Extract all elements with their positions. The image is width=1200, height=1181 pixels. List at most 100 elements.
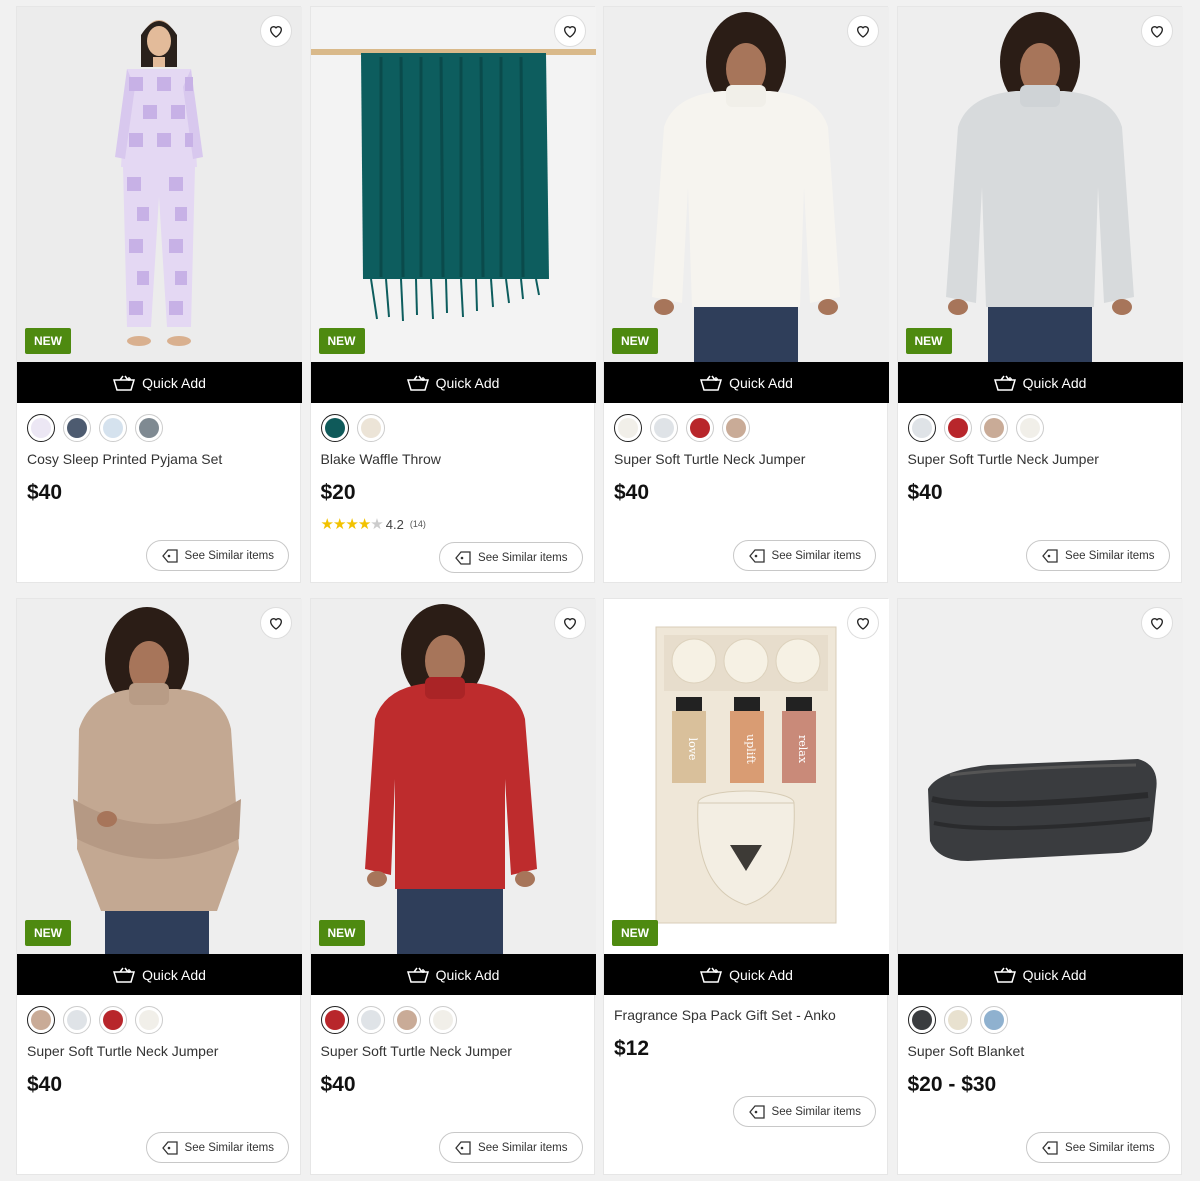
color-swatch[interactable] [943,414,972,442]
quick-add-label: Quick Add [729,966,793,983]
color-swatch[interactable] [428,1006,457,1034]
wishlist-heart-icon[interactable] [553,607,586,639]
product-image[interactable] [310,599,596,954]
see-similar-button[interactable]: See Similar items [1026,540,1170,571]
product-name[interactable]: Super Soft Turtle Neck Jumper [321,1043,512,1059]
color-swatch[interactable] [27,1006,55,1034]
product-name[interactable]: Super Soft Turtle Neck Jumper [27,1043,218,1059]
color-swatch[interactable] [27,414,55,442]
product-card[interactable]: NEW Quick Add Super Soft Turtle Neck Jum… [603,6,889,583]
color-swatch[interactable] [614,414,642,442]
color-swatch[interactable] [979,414,1008,442]
quick-add-label: Quick Add [142,966,206,983]
product-image[interactable] [604,7,889,362]
product-image[interactable] [17,7,302,362]
wishlist-heart-icon[interactable] [260,607,292,639]
color-swatches [614,414,750,442]
quick-add-label: Quick Add [435,374,500,391]
wishlist-heart-icon[interactable] [847,15,879,47]
color-swatch[interactable] [907,414,936,442]
see-similar-button[interactable]: See Similar items [145,1132,289,1163]
basket-icon [700,375,723,391]
color-swatch[interactable] [320,1006,349,1034]
product-card[interactable]: NEW Quick Add Super Soft Turtle Neck Jum… [309,598,596,1175]
see-similar-button[interactable]: See Similar items [732,540,876,571]
product-card[interactable]: NEW Quick Add Super Soft Turtle Neck Jum… [896,6,1183,583]
wishlist-heart-icon[interactable] [1140,15,1173,47]
color-swatch[interactable] [356,414,385,442]
color-swatch[interactable] [63,414,91,442]
color-swatch[interactable] [392,1006,421,1034]
see-similar-label: See Similar items [478,1141,568,1154]
quick-add-button[interactable]: Quick Add [310,362,596,403]
quick-add-button[interactable]: Quick Add [604,362,889,403]
basket-icon [993,375,1016,391]
product-name[interactable]: Fragrance Spa Pack Gift Set - Anko [614,1007,836,1023]
color-swatch[interactable] [135,1006,163,1034]
color-swatch[interactable] [1015,414,1044,442]
quick-add-button[interactable]: Quick Add [897,954,1183,995]
color-swatch[interactable] [99,1006,127,1034]
color-swatch[interactable] [356,1006,385,1034]
color-swatch[interactable] [320,414,349,442]
swatch-color [31,1010,51,1030]
product-price: $40 [907,481,943,504]
color-swatch[interactable] [907,1006,936,1034]
product-image[interactable] [17,599,302,954]
color-swatch[interactable] [63,1006,91,1034]
quick-add-button[interactable]: Quick Add [310,954,596,995]
wishlist-heart-icon[interactable] [1140,607,1173,639]
new-badge: NEW [25,328,71,354]
swatch-color [618,418,638,438]
quick-add-button[interactable]: Quick Add [604,954,889,995]
quick-add-button[interactable]: Quick Add [897,362,1183,403]
product-image[interactable] [897,7,1183,362]
product-rating[interactable]: ★★★★★ 4.2 (14) [321,515,426,533]
see-similar-label: See Similar items [1065,1141,1155,1154]
see-similar-button[interactable]: See Similar items [439,1132,583,1163]
color-swatch[interactable] [135,414,163,442]
basket-icon [406,375,429,391]
color-swatch[interactable] [99,414,127,442]
product-card[interactable]: NEW Quick Add Cosy Sleep Printed Pyjama … [16,6,302,583]
product-name[interactable]: Super Soft Turtle Neck Jumper [614,451,805,467]
see-similar-label: See Similar items [184,1141,274,1154]
wishlist-heart-icon[interactable] [847,607,879,639]
product-name[interactable]: Super Soft Turtle Neck Jumper [908,451,1099,467]
product-card[interactable]: NEW Quick Add Super Soft Turtle Neck Jum… [16,598,302,1175]
color-swatch[interactable] [979,1006,1008,1034]
product-name[interactable]: Cosy Sleep Printed Pyjama Set [27,451,222,467]
quick-add-button[interactable]: Quick Add [17,362,302,403]
see-similar-button[interactable]: See Similar items [145,540,289,571]
see-similar-label: See Similar items [478,551,568,564]
product-price: $40 [27,1073,63,1096]
product-price: $12 [614,1037,650,1060]
see-similar-button[interactable]: See Similar items [439,542,583,573]
new-badge: NEW [25,920,71,946]
swatch-color [690,418,710,438]
color-swatch[interactable] [686,414,714,442]
swatch-color [67,418,87,438]
product-name[interactable]: Blake Waffle Throw [321,451,441,467]
quick-add-button[interactable]: Quick Add [17,954,302,995]
wishlist-heart-icon[interactable] [260,15,292,47]
oil-label: relax [796,735,809,764]
tag-icon [455,1140,471,1155]
product-card[interactable]: NEW Quick Add Blake Waffle Throw $20 ★★★… [309,6,596,583]
product-price: $20 [320,481,356,504]
product-image[interactable] [310,7,596,362]
color-swatch[interactable] [650,414,678,442]
color-swatch[interactable] [943,1006,972,1034]
see-similar-button[interactable]: See Similar items [1026,1132,1170,1163]
see-similar-button[interactable]: See Similar items [732,1096,876,1127]
swatch-color [360,1010,381,1030]
product-card[interactable]: love uplift relax NEW Quick Add Fragranc… [603,598,889,1175]
swatch-color [432,1010,453,1030]
product-image[interactable] [897,599,1183,954]
product-name[interactable]: Super Soft Blanket [908,1043,1025,1059]
color-swatch[interactable] [722,414,750,442]
wishlist-heart-icon[interactable] [553,15,586,47]
product-card[interactable]: Quick Add Super Soft Blanket $20 - $30 S… [896,598,1183,1175]
tag-icon [455,550,471,565]
product-image[interactable]: love uplift relax [604,599,889,954]
